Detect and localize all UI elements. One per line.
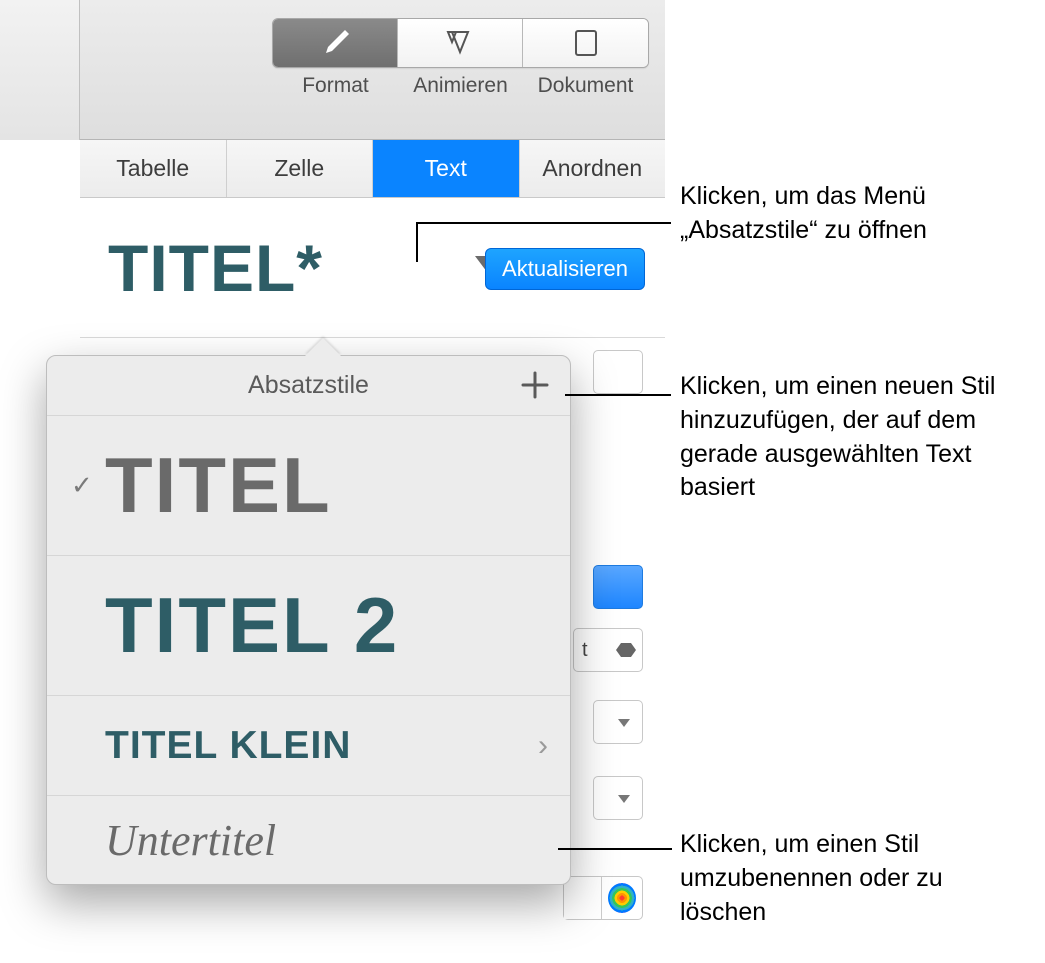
- style-item-titel-klein[interactable]: TITEL KLEIN ›: [47, 696, 570, 796]
- toolbar-animate-button[interactable]: [398, 19, 523, 67]
- brush-icon: [318, 28, 352, 58]
- popover-header: Absatzstile: [47, 356, 570, 416]
- paragraph-styles-popover: Absatzstile ✓ TITEL TITEL 2 TITEL KLEIN …: [46, 355, 571, 885]
- update-style-button[interactable]: Aktualisieren: [485, 248, 645, 290]
- toolbar-document-label: Dokument: [523, 74, 648, 98]
- toolbar-animate-label: Animieren: [398, 74, 523, 98]
- background-popup[interactable]: [593, 565, 643, 609]
- popover-style-list: ✓ TITEL TITEL 2 TITEL KLEIN › Untertitel: [47, 416, 570, 884]
- paragraph-style-name[interactable]: TITEL*: [108, 230, 323, 306]
- toolbar: Format Animieren Dokument: [272, 18, 649, 128]
- add-style-button[interactable]: [514, 364, 556, 406]
- inspector-panel: Tabelle Zelle Text Anordnen TITEL* Aktua…: [80, 140, 665, 338]
- document-icon: [572, 28, 600, 58]
- tab-table[interactable]: Tabelle: [80, 140, 227, 197]
- diamond-icon: [443, 28, 477, 58]
- background-dropdown-1[interactable]: [593, 700, 643, 744]
- toolbar-area: Format Animieren Dokument: [0, 0, 665, 140]
- leader-line: [558, 848, 672, 850]
- popover-title: Absatzstile: [248, 371, 369, 400]
- checkmark-icon: ✓: [71, 470, 105, 501]
- leader-line: [416, 222, 418, 262]
- plus-icon: [518, 368, 552, 402]
- style-item-label: TITEL 2: [105, 580, 399, 671]
- toolbar-document-button[interactable]: [523, 19, 648, 67]
- tab-arrange[interactable]: Anordnen: [520, 140, 666, 197]
- tab-text[interactable]: Text: [373, 140, 520, 197]
- background-dropdown-2[interactable]: [593, 776, 643, 820]
- chevron-right-icon[interactable]: ›: [538, 729, 548, 763]
- leader-line: [416, 222, 671, 224]
- toolbar-format-label: Format: [273, 74, 398, 98]
- callout-add-style: Klicken, um einen neuen Stil hinzuzufüge…: [680, 370, 1020, 505]
- callout-open-menu: Klicken, um das Menü „Absatzstile“ zu öf…: [680, 180, 1020, 248]
- style-item-label: TITEL KLEIN: [105, 724, 351, 768]
- style-item-untertitel[interactable]: Untertitel: [47, 796, 570, 884]
- leader-line: [565, 394, 671, 396]
- inspector-tabs: Tabelle Zelle Text Anordnen: [80, 140, 665, 198]
- toolbar-labels: Format Animieren Dokument: [273, 74, 648, 98]
- paragraph-style-row: TITEL* Aktualisieren: [80, 198, 665, 338]
- document-area-sliver: [0, 0, 80, 140]
- background-color-well[interactable]: [563, 876, 643, 920]
- toolbar-segmented: [272, 18, 649, 68]
- style-item-titel-2[interactable]: TITEL 2: [47, 556, 570, 696]
- background-stepper[interactable]: t: [573, 628, 643, 672]
- stepper-text: t: [582, 639, 588, 662]
- background-control[interactable]: [593, 350, 643, 394]
- callout-rename-delete: Klicken, um einen Stil umzubenennen oder…: [680, 828, 1020, 929]
- toolbar-format-button[interactable]: [273, 19, 398, 67]
- style-item-label: TITEL: [105, 440, 332, 531]
- color-picker-icon[interactable]: [608, 883, 636, 913]
- tab-cell[interactable]: Zelle: [227, 140, 374, 197]
- style-item-titel[interactable]: ✓ TITEL: [47, 416, 570, 556]
- style-item-label: Untertitel: [105, 815, 276, 866]
